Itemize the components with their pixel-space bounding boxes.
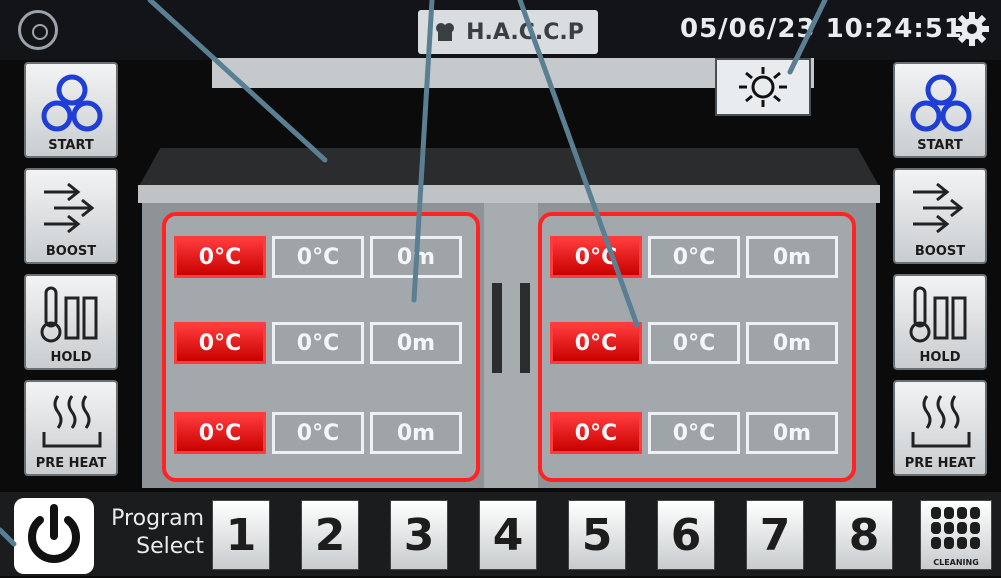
program-select-label: Program Select xyxy=(108,505,204,561)
left-temp-actual[interactable]: 0°C xyxy=(272,322,364,364)
program-2-button[interactable]: 2 xyxy=(301,500,359,570)
right-time[interactable]: 0m xyxy=(746,322,838,364)
left-boost-button[interactable]: BOOST xyxy=(24,168,118,264)
heat-waves-icon xyxy=(911,395,971,448)
datetime-display: 05/06/23 10:24:51 xyxy=(680,14,963,44)
thermometer-icon xyxy=(40,286,98,343)
right-time[interactable]: 0m xyxy=(746,412,838,454)
left-start-label: START xyxy=(48,138,94,153)
left-temp-actual[interactable]: 0°C xyxy=(272,412,364,454)
right-temp-set[interactable]: 0°C xyxy=(550,412,642,454)
haccp-button[interactable]: H.A.C.C.P xyxy=(418,10,598,54)
arrows-icon xyxy=(44,182,95,234)
left-row-3: 0°C 0°C 0m xyxy=(174,412,462,454)
settings-gear-icon[interactable] xyxy=(18,10,58,50)
cleaning-button[interactable]: CLEANING xyxy=(920,500,992,570)
light-bulb-icon xyxy=(739,67,787,107)
left-boost-label: BOOST xyxy=(45,244,97,259)
left-chamber-panel[interactable]: 0°C 0°C 0m 0°C 0°C 0m 0°C 0°C 0m xyxy=(162,212,480,482)
left-temp-set[interactable]: 0°C xyxy=(174,322,266,364)
chef-hat-icon xyxy=(436,23,455,41)
oven-top-edge xyxy=(138,185,880,203)
left-temp-set[interactable]: 0°C xyxy=(174,236,266,278)
right-start-label: START xyxy=(917,138,963,153)
left-row-1: 0°C 0°C 0m xyxy=(174,236,462,278)
oven-light-button[interactable] xyxy=(715,58,811,116)
program-5-button[interactable]: 5 xyxy=(568,500,626,570)
right-preheat-button[interactable]: PRE HEAT xyxy=(893,380,987,476)
right-temp-actual[interactable]: 0°C xyxy=(648,322,740,364)
right-temp-actual[interactable]: 0°C xyxy=(648,412,740,454)
oven-divider xyxy=(484,203,538,488)
right-row-2: 0°C 0°C 0m xyxy=(550,322,838,364)
recycle-icon xyxy=(41,74,103,132)
left-temp-actual[interactable]: 0°C xyxy=(272,236,364,278)
left-preheat-button[interactable]: PRE HEAT xyxy=(24,380,118,476)
program-label-line1: Program xyxy=(111,506,204,531)
left-time[interactable]: 0m xyxy=(370,322,462,364)
left-hold-button[interactable]: HOLD xyxy=(24,274,118,370)
right-boost-button[interactable]: BOOST xyxy=(893,168,987,264)
cleaning-icon xyxy=(931,507,983,549)
cleaning-label: CLEANING xyxy=(933,558,979,567)
door-handle-icon xyxy=(492,283,530,373)
thermometer-icon xyxy=(909,286,967,343)
left-start-button[interactable]: START xyxy=(24,62,118,158)
arrows-icon xyxy=(913,182,964,234)
right-start-button[interactable]: START xyxy=(893,62,987,158)
haccp-label: H.A.C.C.P xyxy=(466,19,584,45)
right-chamber-panel[interactable]: 0°C 0°C 0m 0°C 0°C 0m 0°C 0°C 0m xyxy=(538,212,856,482)
left-time[interactable]: 0m xyxy=(370,236,462,278)
left-preheat-label: PRE HEAT xyxy=(35,456,107,471)
settings-gear-icon[interactable] xyxy=(955,12,989,46)
power-button[interactable] xyxy=(14,498,94,574)
program-4-button[interactable]: 4 xyxy=(479,500,537,570)
left-time[interactable]: 0m xyxy=(370,412,462,454)
program-1-button[interactable]: 1 xyxy=(212,500,270,570)
right-hold-button[interactable]: HOLD xyxy=(893,274,987,370)
right-row-1: 0°C 0°C 0m xyxy=(550,236,838,278)
program-8-button[interactable]: 8 xyxy=(835,500,893,570)
program-6-button[interactable]: 6 xyxy=(657,500,715,570)
right-temp-set[interactable]: 0°C xyxy=(550,236,642,278)
power-icon xyxy=(28,504,80,563)
left-temp-set[interactable]: 0°C xyxy=(174,412,266,454)
right-row-3: 0°C 0°C 0m xyxy=(550,412,838,454)
heat-waves-icon xyxy=(42,395,102,448)
program-3-button[interactable]: 3 xyxy=(390,500,448,570)
right-time[interactable]: 0m xyxy=(746,236,838,278)
program-7-button[interactable]: 7 xyxy=(746,500,804,570)
right-boost-label: BOOST xyxy=(914,244,966,259)
right-hold-label: HOLD xyxy=(919,350,961,365)
left-hold-label: HOLD xyxy=(50,350,92,365)
program-label-line2: Select xyxy=(136,534,204,559)
left-row-2: 0°C 0°C 0m xyxy=(174,322,462,364)
recycle-icon xyxy=(910,74,972,132)
right-preheat-label: PRE HEAT xyxy=(904,456,976,471)
oven-roof xyxy=(138,148,880,188)
right-temp-set[interactable]: 0°C xyxy=(550,322,642,364)
right-temp-actual[interactable]: 0°C xyxy=(648,236,740,278)
